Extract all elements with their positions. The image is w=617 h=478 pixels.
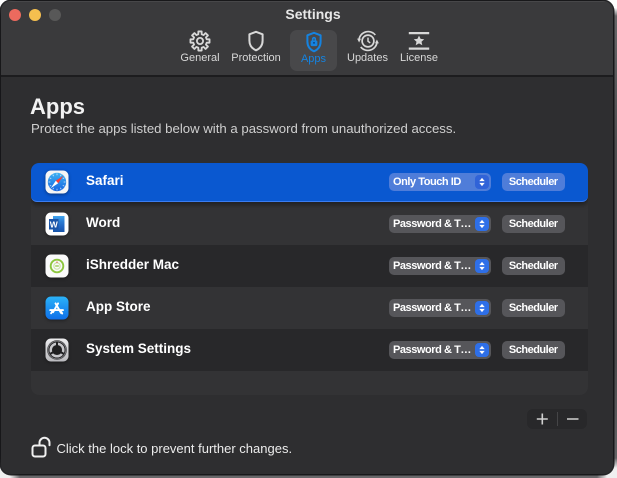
svg-text:W: W (50, 219, 59, 229)
